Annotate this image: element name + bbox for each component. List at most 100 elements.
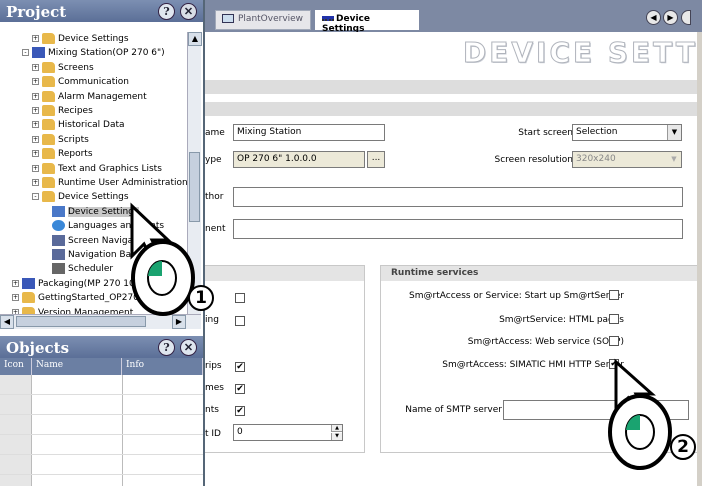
runtime-service-label: Sm@rtAccess or Service: Start up Sm@rtSe… bbox=[409, 291, 624, 301]
objects-icon-column bbox=[0, 375, 32, 486]
expand-icon[interactable]: + bbox=[32, 78, 39, 86]
tree-item[interactable]: + Historical Data bbox=[32, 118, 125, 132]
setting-label: mes bbox=[205, 383, 224, 393]
author-field[interactable] bbox=[233, 187, 683, 207]
nav-icon bbox=[52, 234, 65, 246]
page-title: DEVICE SETT bbox=[462, 36, 698, 70]
id-value: 0 bbox=[237, 427, 243, 437]
nav-back-icon[interactable]: ◀ bbox=[646, 10, 661, 25]
folder-icon bbox=[42, 105, 55, 116]
tab-device-settings[interactable]: Device Settings bbox=[315, 10, 419, 34]
tab-label: PlantOverview bbox=[238, 14, 304, 24]
collapse-icon[interactable]: - bbox=[22, 49, 29, 57]
group-header bbox=[205, 266, 364, 281]
section-band bbox=[205, 102, 697, 116]
tree-item[interactable]: Scheduler bbox=[42, 262, 113, 276]
stepper-up-icon[interactable]: ▲ bbox=[331, 425, 342, 432]
tree-item[interactable]: - Device Settings bbox=[32, 190, 129, 204]
stepper-down-icon[interactable]: ▼ bbox=[331, 433, 342, 440]
sched-icon bbox=[52, 263, 65, 275]
expand-icon[interactable]: + bbox=[32, 150, 39, 158]
grid-line bbox=[0, 394, 203, 395]
setting-checkbox[interactable] bbox=[235, 316, 245, 326]
setting-checkbox[interactable]: ✔ bbox=[235, 406, 245, 416]
type-browse-button[interactable]: ... bbox=[367, 151, 385, 168]
tree-item-label: Scheduler bbox=[68, 264, 114, 275]
smtp-label: Name of SMTP server bbox=[405, 405, 502, 415]
tree-item[interactable]: + Communication bbox=[32, 75, 129, 89]
tree-item[interactable]: + Reports bbox=[32, 147, 93, 161]
expand-icon[interactable]: + bbox=[12, 279, 19, 287]
col-info[interactable]: Info bbox=[122, 358, 203, 375]
folder-icon bbox=[42, 90, 55, 102]
folder-icon bbox=[22, 306, 35, 314]
expand-icon[interactable]: + bbox=[32, 135, 39, 143]
folder-icon bbox=[42, 162, 55, 174]
expand-icon[interactable]: + bbox=[32, 164, 39, 172]
tree-item-label: Mixing Station(OP 270 6") bbox=[48, 48, 165, 59]
tree-item[interactable]: + Screens bbox=[32, 61, 94, 75]
objects-grid-header: Icon Name Info bbox=[0, 358, 203, 375]
folder-icon bbox=[42, 76, 55, 88]
comment-field[interactable] bbox=[233, 219, 683, 239]
chevron-down-icon[interactable]: ▼ bbox=[667, 125, 681, 140]
tree-item[interactable]: + Runtime User Administration bbox=[32, 176, 187, 190]
expand-icon[interactable]: + bbox=[32, 179, 39, 186]
tree-item[interactable]: + Device Settings bbox=[32, 32, 129, 46]
globe-icon bbox=[52, 220, 65, 232]
help-icon[interactable]: ? bbox=[158, 3, 175, 20]
scroll-up-icon[interactable]: ▲ bbox=[188, 32, 202, 46]
expand-icon[interactable]: + bbox=[12, 294, 19, 302]
start-screen-select[interactable]: Selection ▼ bbox=[572, 124, 682, 141]
setting-checkbox[interactable]: ✔ bbox=[235, 362, 245, 372]
runtime-service-checkbox[interactable] bbox=[609, 314, 619, 324]
col-name[interactable]: Name bbox=[32, 358, 122, 375]
runtime-service-label: Sm@rtAccess: SIMATIC HMI HTTP Server bbox=[442, 360, 624, 370]
col-icon[interactable]: Icon bbox=[0, 358, 32, 375]
tree-item[interactable]: + Alarm Management bbox=[32, 90, 147, 104]
tree-item-label: Communication bbox=[58, 77, 129, 88]
help-icon[interactable]: ? bbox=[158, 339, 175, 356]
folder-icon bbox=[42, 191, 55, 203]
setting-checkbox[interactable]: ✔ bbox=[235, 384, 245, 394]
tree-item[interactable]: + Recipes bbox=[32, 104, 93, 118]
tree-item[interactable]: + Text and Graphics Lists bbox=[32, 162, 162, 176]
start-screen-value: Selection bbox=[576, 127, 618, 137]
tree-item-label: Alarm Management bbox=[58, 91, 147, 102]
grid-line bbox=[0, 434, 203, 435]
name-field[interactable]: Mixing Station bbox=[233, 124, 385, 141]
chevron-down-icon: ▼ bbox=[671, 155, 677, 163]
tree-item[interactable]: - Mixing Station(OP 270 6") bbox=[22, 46, 165, 60]
tree-item-label: Recipes bbox=[58, 106, 93, 116]
id-stepper[interactable]: 0 ▲ ▼ bbox=[233, 424, 343, 441]
tree-item-label: Device Settings bbox=[58, 34, 129, 44]
runtime-service-checkbox[interactable] bbox=[609, 290, 619, 300]
tab-plantoverview[interactable]: PlantOverview bbox=[215, 10, 311, 30]
setting-label: nts bbox=[205, 405, 219, 415]
tab-bar: PlantOverview Device Settings ◀ ▶ bbox=[205, 0, 702, 34]
close-icon[interactable]: ✕ bbox=[180, 3, 197, 20]
id-label: t ID bbox=[205, 429, 221, 439]
folder-icon bbox=[42, 177, 55, 188]
type-label: ype bbox=[205, 155, 222, 165]
nav-forward-icon[interactable]: ▶ bbox=[663, 10, 678, 25]
expand-icon[interactable]: + bbox=[32, 63, 39, 71]
tree-item[interactable]: + Version Management bbox=[12, 306, 133, 314]
nav-close-icon[interactable] bbox=[681, 10, 691, 25]
scroll-left-icon[interactable]: ◀ bbox=[0, 315, 14, 329]
expand-icon[interactable]: + bbox=[32, 121, 39, 129]
tree-item[interactable]: + Scripts bbox=[32, 133, 89, 147]
setting-checkbox[interactable] bbox=[235, 293, 245, 303]
close-icon[interactable]: ✕ bbox=[180, 339, 197, 356]
expand-icon[interactable]: + bbox=[32, 107, 39, 114]
runtime-service-label: Sm@rtAccess: Web service (SOAP) bbox=[467, 337, 624, 347]
runtime-service-checkbox[interactable] bbox=[609, 336, 619, 346]
tree-item-label: Scripts bbox=[58, 134, 89, 145]
objects-grid: Icon Name Info bbox=[0, 358, 203, 486]
expand-icon[interactable]: + bbox=[32, 92, 39, 100]
right-edge bbox=[697, 32, 702, 486]
doc-icon bbox=[52, 205, 65, 217]
tree-item-label: Runtime User Administration bbox=[58, 178, 187, 188]
collapse-icon[interactable]: - bbox=[32, 193, 39, 201]
expand-icon[interactable]: + bbox=[32, 35, 39, 42]
